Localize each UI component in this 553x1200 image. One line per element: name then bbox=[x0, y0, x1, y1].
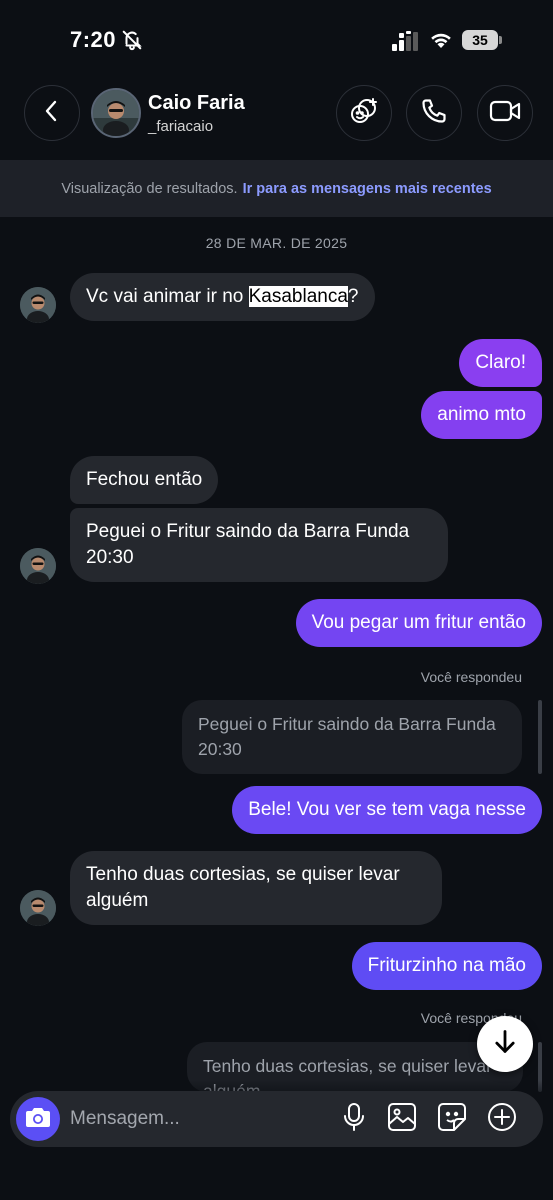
message-bubble-outgoing[interactable]: Friturzinho na mão bbox=[351, 942, 542, 990]
sticker-icon bbox=[437, 1102, 467, 1137]
microphone-button[interactable] bbox=[338, 1102, 370, 1137]
date-separator: 28 DE MAR. DE 2025 bbox=[205, 235, 348, 251]
battery-icon: 35 bbox=[462, 30, 502, 50]
replied-label: Você respondeu bbox=[420, 669, 522, 685]
message-bubble-incoming[interactable]: Fechou então bbox=[70, 456, 219, 504]
quote-bar bbox=[538, 700, 542, 774]
effects-icon bbox=[349, 96, 379, 131]
sender-avatar[interactable] bbox=[20, 890, 56, 926]
message-bubble-outgoing[interactable]: Claro! bbox=[459, 339, 542, 387]
back-button[interactable] bbox=[24, 85, 80, 141]
message-composer bbox=[10, 1091, 543, 1147]
status-bar: 7:20 35 bbox=[0, 0, 553, 80]
message-bubble-outgoing[interactable]: Bele! Vou ver se tem vaga nesse bbox=[232, 786, 542, 834]
message-bubble-outgoing[interactable]: Vou pegar um fritur então bbox=[295, 599, 542, 647]
contact-avatar[interactable] bbox=[91, 88, 141, 138]
banner-text: Visualização de resultados. bbox=[61, 180, 238, 197]
search-highlight: Kasablanca bbox=[248, 286, 348, 307]
sender-avatar[interactable] bbox=[20, 548, 56, 584]
message-bubble-incoming[interactable]: Peguei o Fritur saindo da Barra Funda 20… bbox=[70, 508, 448, 582]
contact-handle[interactable]: _fariacaio bbox=[148, 118, 213, 135]
status-time: 7:20 bbox=[70, 27, 117, 52]
image-icon bbox=[387, 1102, 417, 1137]
sender-avatar[interactable] bbox=[20, 287, 56, 323]
phone-icon bbox=[420, 97, 448, 130]
video-icon bbox=[489, 97, 521, 130]
plus-icon bbox=[487, 1102, 517, 1137]
message-bubble-outgoing[interactable]: animo mto bbox=[421, 391, 542, 439]
message-bubble-incoming[interactable]: Vc vai animar ir no Kasablanca? bbox=[70, 273, 375, 321]
quoted-message[interactable]: Peguei o Fritur saindo da Barra Funda 20… bbox=[182, 700, 522, 774]
chat-header: Caio Faria _fariacaio bbox=[0, 84, 553, 144]
more-options-button[interactable] bbox=[486, 1102, 518, 1137]
call-button[interactable] bbox=[406, 85, 462, 141]
arrow-down-icon bbox=[491, 1028, 519, 1061]
message-bubble-incoming[interactable]: Tenho duas cortesias, se quiser levar al… bbox=[70, 851, 442, 925]
video-call-button[interactable] bbox=[477, 85, 533, 141]
microphone-icon bbox=[342, 1102, 366, 1137]
gallery-button[interactable] bbox=[386, 1102, 418, 1137]
contact-name[interactable]: Caio Faria bbox=[148, 92, 245, 115]
back-icon bbox=[40, 99, 64, 128]
camera-button[interactable] bbox=[16, 1097, 60, 1141]
jump-to-recent-link[interactable]: Ir para as mensagens mais recentes bbox=[243, 181, 492, 197]
scroll-to-bottom-button[interactable] bbox=[477, 1016, 533, 1072]
effects-button[interactable] bbox=[336, 85, 392, 141]
camera-icon bbox=[26, 1106, 50, 1133]
signal-icon bbox=[392, 31, 420, 56]
bell-off-icon bbox=[121, 29, 143, 56]
battery-level: 35 bbox=[462, 30, 498, 50]
wifi-icon bbox=[428, 30, 454, 55]
sticker-button[interactable] bbox=[436, 1102, 468, 1137]
search-results-banner: Visualização de resultados. Ir para as m… bbox=[0, 160, 553, 217]
message-input[interactable] bbox=[70, 1099, 320, 1139]
